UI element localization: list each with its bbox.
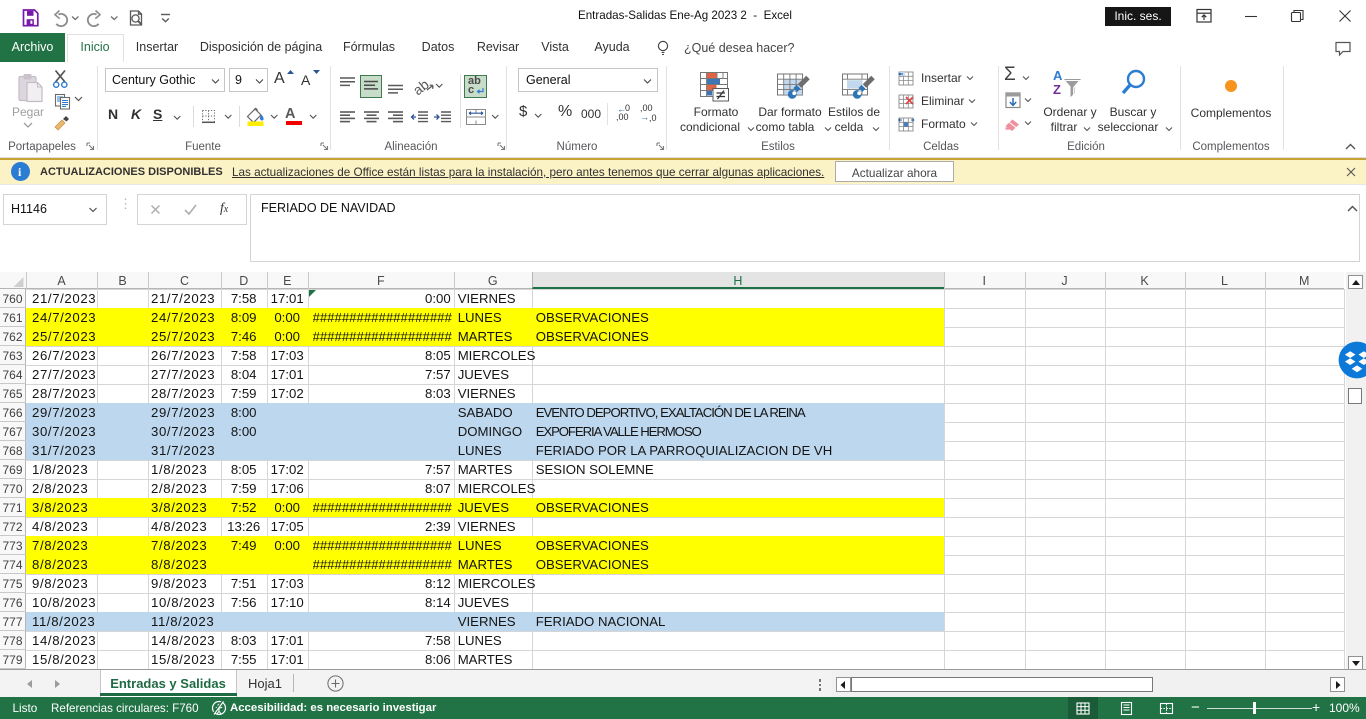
svg-text:Z: Z <box>1053 82 1061 97</box>
svg-text:A: A <box>1053 68 1063 83</box>
svg-text:ab: ab <box>412 76 432 96</box>
